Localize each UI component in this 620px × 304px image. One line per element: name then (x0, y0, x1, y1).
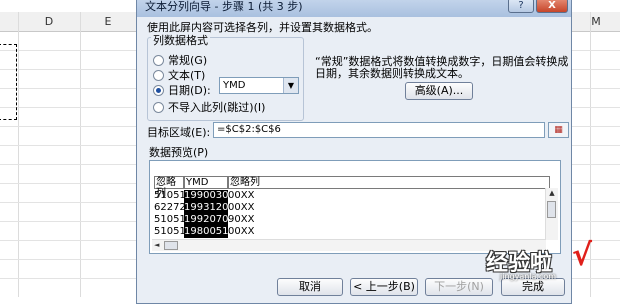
date-format-select[interactable]: YMD ▼ (219, 77, 299, 94)
copy-selection-marquee (0, 44, 17, 120)
preview-cell: 622721 (154, 202, 184, 213)
preview-cell: 510512 (154, 226, 184, 237)
preview-cell: 00XX (228, 226, 255, 237)
radio-label: 常规(G) (168, 54, 208, 67)
next-button[interactable]: 下一步(N) (425, 278, 493, 296)
radio-general[interactable]: 常规(G) (153, 52, 207, 68)
checkmark-icon: √ (572, 238, 593, 273)
close-button[interactable]: X (536, 0, 568, 13)
preview-header-cell[interactable]: YMD (184, 176, 228, 189)
preview-cell-selected: 19920706 (184, 214, 228, 226)
dialog-titlebar[interactable]: 文本分列向导 - 步骤 1 (共 3 步) ? X (137, 0, 571, 17)
radio-button[interactable] (153, 101, 164, 113)
cancel-button[interactable]: 取消 (277, 278, 343, 296)
range-picker-icon[interactable]: ▦ (548, 122, 569, 138)
watermark-url: jingyanla.com (500, 272, 557, 281)
preview-header-cell[interactable]: 忽略列 (154, 176, 184, 199)
help-button[interactable]: ? (508, 0, 534, 13)
preview-cell: 90XX (228, 214, 255, 225)
scroll-thumb[interactable] (164, 241, 178, 250)
column-header-m[interactable]: M (572, 12, 620, 32)
column-format-group-title: 列数据格式 (151, 32, 210, 48)
gridline (18, 12, 19, 297)
preview-vertical-scrollbar[interactable]: ▲ (545, 188, 558, 240)
radio-text[interactable]: 文本(T) (153, 67, 205, 83)
radio-label: 不导入此列(跳过)(I) (168, 101, 266, 114)
radio-button[interactable] (153, 69, 164, 81)
preview-cell-selected: 19931204 (184, 202, 228, 214)
radio-date[interactable]: 日期(D): (153, 82, 211, 98)
preview-label: 数据预览(P) (149, 146, 209, 159)
preview-row: 622721 19931204 00XX (154, 202, 288, 214)
advanced-button[interactable]: 高级(A)... (405, 82, 473, 100)
preview-header-row: 忽略列 YMD 忽略列 (154, 176, 550, 199)
radio-label: 文本(T) (168, 69, 206, 82)
preview-cell: 510512 (154, 214, 184, 225)
scroll-left-icon[interactable]: ◄ (154, 240, 159, 251)
preview-row: 510512 19920706 90XX (154, 214, 288, 226)
preview-cell-selected: 19800513 (184, 226, 228, 238)
radio-label: 日期(D): (168, 84, 211, 97)
preview-cell-selected: 19900306 (184, 190, 228, 202)
date-format-value: YMD (223, 80, 246, 91)
column-header-c[interactable] (0, 12, 19, 32)
back-button[interactable]: < 上一步(B) (350, 278, 418, 296)
radio-button-checked[interactable] (153, 84, 164, 96)
format-explanation: “常规”数据格式将数值转换成数字，日期值会转换成日期，其余数据则转换成文本。 (315, 55, 569, 80)
scroll-thumb[interactable] (547, 201, 556, 218)
preview-cell: 510512 (154, 190, 184, 201)
dialog-title: 文本分列向导 - 步骤 1 (共 3 步) (145, 0, 303, 13)
preview-cell: 00XX (228, 190, 255, 201)
column-header-e[interactable]: E (80, 12, 137, 32)
radio-button[interactable] (153, 54, 164, 66)
scroll-up-icon[interactable]: ▲ (546, 188, 558, 198)
preview-row: 510512 19900306 00XX (154, 190, 288, 202)
gridline (80, 12, 81, 297)
destination-label: 目标区域(E): (147, 126, 211, 139)
destination-input[interactable]: =$C$2:$C$6 (213, 122, 545, 138)
chevron-down-icon[interactable]: ▼ (283, 78, 298, 93)
column-header-d[interactable]: D (18, 12, 81, 32)
preview-cell: 00XX (228, 202, 255, 213)
preview-row: 510512 19800513 00XX (154, 226, 288, 238)
radio-skip-column[interactable]: 不导入此列(跳过)(I) (153, 99, 265, 115)
preview-header-cell[interactable]: 忽略列 (228, 176, 550, 189)
data-preview-pane[interactable]: 忽略列 YMD 忽略列 510512 19900306 00XX 622721 … (149, 160, 561, 254)
